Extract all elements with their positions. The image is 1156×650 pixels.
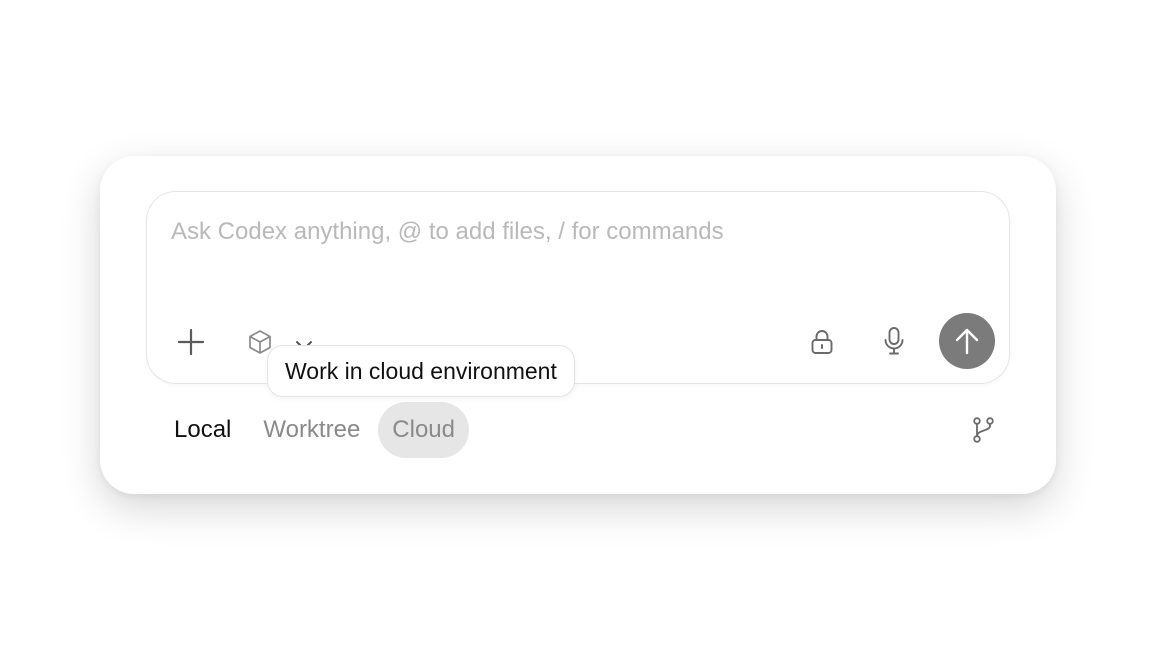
prompt-input[interactable] <box>171 218 971 246</box>
branch-button[interactable] <box>968 414 998 446</box>
cloud-tooltip: Work in cloud environment <box>267 345 575 397</box>
lock-icon <box>811 330 833 354</box>
mode-tabs: Local Worktree Cloud <box>160 402 473 458</box>
microphone-icon <box>884 327 904 355</box>
tab-local[interactable]: Local <box>160 402 245 458</box>
voice-input-button[interactable] <box>879 322 909 360</box>
arrow-up-icon <box>955 328 979 355</box>
plus-icon <box>177 328 205 356</box>
add-button[interactable] <box>173 324 209 360</box>
permissions-button[interactable] <box>807 324 837 360</box>
stage: Local Worktree Cloud Work in cloud envir… <box>0 0 1156 650</box>
composer-card: Local Worktree Cloud <box>100 156 1056 494</box>
cube-icon <box>249 330 271 354</box>
tab-worktree[interactable]: Worktree <box>249 402 374 458</box>
tooltip-text: Work in cloud environment <box>285 357 557 384</box>
tab-cloud[interactable]: Cloud <box>378 402 470 458</box>
send-button[interactable] <box>939 313 995 369</box>
git-branch-icon <box>973 417 994 443</box>
